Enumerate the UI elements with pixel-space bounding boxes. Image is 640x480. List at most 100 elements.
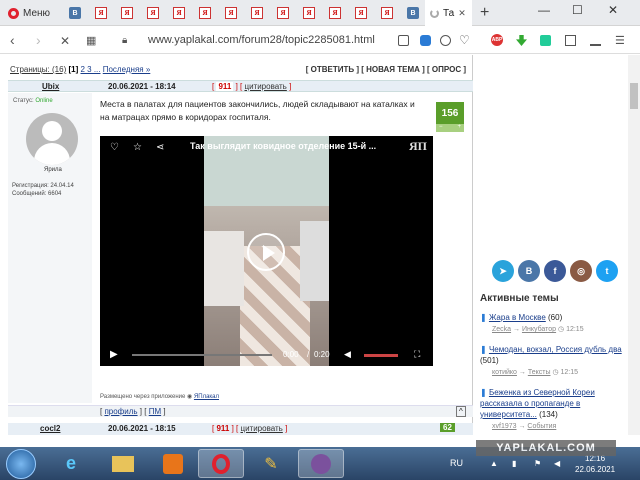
close-tab-icon[interactable]: ✕	[458, 8, 466, 19]
clock-date: 22.06.2021	[575, 465, 616, 474]
telegram-icon[interactable]: ➤	[492, 260, 514, 282]
share-icon[interactable]: ⋖	[156, 142, 164, 153]
yaplakal-icon: Я	[95, 7, 107, 19]
pager-current: [1]	[68, 65, 79, 74]
twitter-icon[interactable]: t	[596, 260, 618, 282]
flag-icon[interactable]: ⚑	[534, 459, 541, 468]
instagram-icon[interactable]: ◎	[570, 260, 592, 282]
tab-yaplakal[interactable]: Я	[196, 4, 214, 22]
download-ext-icon[interactable]	[516, 35, 527, 46]
stop-button[interactable]: ✕	[60, 34, 70, 48]
topic-meta: xvf1973 → События	[492, 423, 557, 430]
heart-icon[interactable]: ♡	[459, 33, 470, 47]
yaplakal-icon: Я	[251, 7, 263, 19]
video-player[interactable]: ♡ ☆ ⋖ Так выглядит ковидное отделение 15…	[100, 136, 433, 366]
pager-pages[interactable]: 2 3 ...	[80, 65, 100, 74]
post-author[interactable]: Ubix	[42, 82, 59, 91]
tab-yaplakal[interactable]: Я	[92, 4, 110, 22]
tab-yaplakal[interactable]: Я	[300, 4, 318, 22]
video-time: 0:00	[283, 350, 299, 359]
progress-bar[interactable]	[132, 354, 272, 356]
volume-slider[interactable]	[364, 354, 398, 357]
language-indicator[interactable]: RU	[450, 458, 463, 468]
avatar[interactable]	[26, 113, 78, 165]
star-icon[interactable]: ☆	[133, 142, 142, 153]
forward-button[interactable]: ›	[36, 32, 41, 48]
yaplakal-icon: Я	[225, 7, 237, 19]
facebook-icon[interactable]: f	[544, 260, 566, 282]
downloads-icon[interactable]	[590, 35, 601, 46]
scrollbar-thumb[interactable]	[630, 83, 638, 109]
tab-yaplakal[interactable]: Я	[170, 4, 188, 22]
yaplakal-icon: Я	[199, 7, 211, 19]
volume-icon[interactable]: ◀	[344, 349, 351, 360]
url-field[interactable]: www.yaplakal.com/forum28/topic2285081.ht…	[148, 34, 375, 46]
yaplakal-icon: Я	[381, 7, 393, 19]
paint-icon[interactable]: ✎	[248, 449, 294, 478]
tab-active[interactable]: Та ✕	[425, 0, 472, 26]
tray-arrow-icon[interactable]: ▲	[490, 459, 498, 468]
volume-tray-icon[interactable]: ◀	[554, 459, 560, 468]
tab-yaplakal[interactable]: Я	[326, 4, 344, 22]
topic-link[interactable]: Беженка из Северной Кореи рассказала о п…	[480, 388, 595, 419]
topic-actions[interactable]: [ ОТВЕТИТЬ ] [ НОВАЯ ТЕМА ] [ ОПРОС ]	[306, 65, 466, 74]
tab-yaplakal[interactable]: Я	[222, 4, 240, 22]
fullscreen-icon[interactable]: ⛶	[414, 349, 420, 360]
tab-vk[interactable]: B	[66, 4, 84, 22]
video-logo: ЯП	[409, 139, 427, 153]
tab-yaplakal[interactable]: Я	[274, 4, 292, 22]
topic-link[interactable]: Жара в Москве	[489, 313, 546, 322]
extension-icon[interactable]	[540, 35, 551, 46]
pager-last[interactable]: Последняя »	[103, 65, 151, 74]
cube-icon[interactable]	[565, 35, 576, 46]
tab-vk[interactable]: B	[404, 4, 422, 22]
post-number: [ 911 ] [ цитировать ]	[212, 82, 292, 91]
heart-icon[interactable]: ♡	[110, 142, 119, 153]
play-icon[interactable]: ▶	[110, 349, 118, 360]
forum-content: Страницы: (16) [1] 2 3 ... Последняя » […	[0, 55, 473, 435]
viber-icon[interactable]	[298, 449, 344, 478]
tab-yaplakal[interactable]: Я	[144, 4, 162, 22]
tab-yaplakal[interactable]: Я	[248, 4, 266, 22]
app-link[interactable]: ЯПлакал	[194, 394, 219, 400]
topic-link[interactable]: Чемодан, вокзал, Россия дубль два	[489, 345, 622, 354]
post-author[interactable]: cocl2	[40, 424, 60, 433]
minimize-button[interactable]: —	[538, 3, 550, 17]
tab-bar: Меню B Я Я Я Я Я Я Я Я Я Я Я Я B Та ✕ + …	[0, 0, 640, 26]
profile-link[interactable]: профиль	[104, 407, 137, 416]
tab-yaplakal[interactable]: Я	[352, 4, 370, 22]
easy-setup-icon[interactable]: ☰	[615, 34, 625, 47]
watermark: YAPLAKAL.COM	[476, 440, 616, 456]
online-status: Online	[35, 98, 53, 104]
clock[interactable]: 12:16 22.06.2021	[575, 453, 615, 475]
back-button[interactable]: ‹	[10, 32, 15, 48]
tab-yaplakal[interactable]: Я	[118, 4, 136, 22]
explorer-icon[interactable]	[100, 449, 146, 478]
shield-icon[interactable]	[420, 35, 431, 46]
player-icon[interactable]	[440, 35, 451, 46]
scroll-top-button[interactable]: ^	[456, 406, 466, 417]
network-icon[interactable]: ▮	[512, 459, 516, 468]
cite-link[interactable]: цитировать	[240, 424, 282, 433]
start-button[interactable]	[6, 449, 36, 479]
play-button[interactable]	[247, 233, 285, 271]
snapshot-icon[interactable]	[398, 35, 409, 46]
post-footer: [ профиль ] [ ПМ ] ^	[8, 405, 473, 417]
speed-dial-icon[interactable]: ▦	[86, 34, 96, 47]
vk-icon[interactable]: B	[518, 260, 540, 282]
close-window-button[interactable]: ✕	[608, 3, 618, 17]
opera-taskbar-icon[interactable]	[198, 449, 244, 478]
tab-yaplakal[interactable]: Я	[378, 4, 396, 22]
rating-plus-button[interactable]: +	[457, 124, 461, 132]
opera-menu-button[interactable]: Меню	[0, 0, 60, 26]
new-tab-button[interactable]: +	[480, 4, 489, 22]
maximize-button[interactable]: ☐	[572, 3, 583, 17]
adblock-icon[interactable]: ABP	[491, 34, 503, 46]
social-links: ➤ B f ◎ t	[492, 260, 618, 282]
ie-icon[interactable]: e	[48, 449, 94, 478]
media-player-icon[interactable]	[150, 449, 196, 478]
pm-link[interactable]: ПМ	[149, 407, 161, 416]
cite-link[interactable]: цитировать	[244, 82, 286, 91]
scrollbar[interactable]	[628, 55, 640, 435]
rating-minus-button[interactable]: −	[439, 124, 443, 132]
